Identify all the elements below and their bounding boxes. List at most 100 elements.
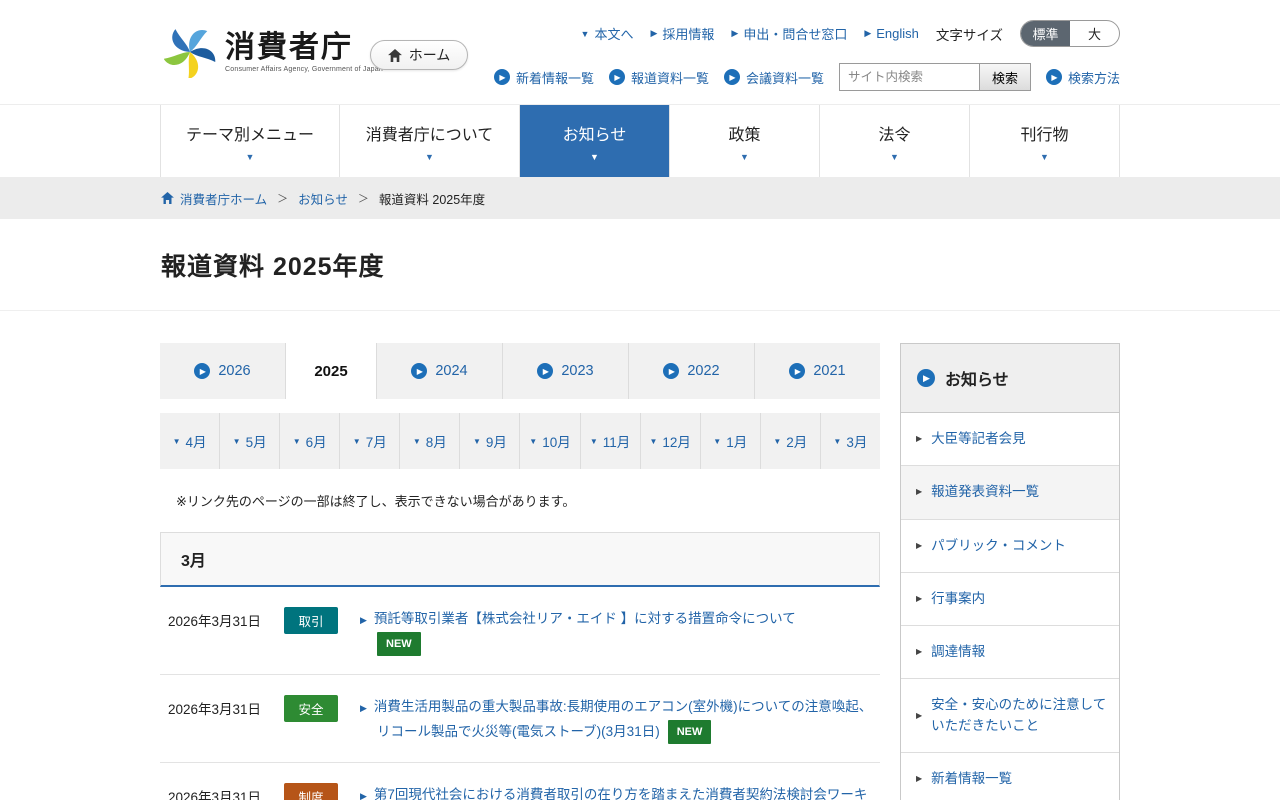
sidebar-news-menu: ▶ お知らせ ▶ 大臣等記者会見 ▶ 報道発表資料一覧 ▶ パブリック・コメント… [900,343,1120,800]
year-tab-2024[interactable]: ▶ 2024 [377,343,503,399]
month-tabs: ▼4月 ▼5月 ▼6月 ▼7月 ▼8月 ▼9月 ▼10月 ▼11月 ▼12月 ▼… [160,413,880,469]
sidebar-title: お知らせ [945,366,1009,390]
circle-arrow-icon: ▶ [609,69,625,85]
triangle-right-icon: ▶ [731,28,738,39]
circle-arrow-icon: ▶ [494,69,510,85]
inquiry-link[interactable]: ▶ 申出・問合せ窓口 [731,24,847,43]
month-tab-9[interactable]: ▼9月 [460,413,520,469]
month-tab-1[interactable]: ▼1月 [701,413,761,469]
month-tab-8[interactable]: ▼8月 [400,413,460,469]
nav-policy[interactable]: 政策 ▼ [670,105,820,177]
breadcrumb-home-link[interactable]: 消費者庁ホーム [161,189,267,208]
breadcrumb-home-label: 消費者庁ホーム [180,189,267,208]
recruit-label: 採用情報 [662,24,714,43]
month-tab-7[interactable]: ▼7月 [340,413,400,469]
utility-links-bottom: ▶ 新着情報一覧 ▶ 報道資料一覧 ▶ 会議資料一覧 検索 ▶ 検索方法 [494,63,1120,91]
nav-news[interactable]: お知らせ ▼ [520,105,670,177]
triangle-down-icon: ▼ [233,437,241,446]
month-label: 4月 [185,431,206,451]
circle-arrow-icon: ▶ [194,363,210,379]
nav-label: 刊行物 [1020,121,1068,145]
category-badge: 安全 [284,695,338,722]
breadcrumb-news-link[interactable]: お知らせ [298,189,348,208]
news-row: 2026年3月31日 安全 ▶消費生活用製品の重大製品事故:長期使用のエアコン(… [160,675,880,763]
site-logo[interactable]: 消費者庁 Consumer Affairs Agency, Government… [164,26,383,78]
home-button[interactable]: ホーム [370,40,468,70]
category-badge: 制度 [284,783,338,800]
chevron-down-icon: ▼ [425,152,434,162]
nav-about-agency[interactable]: 消費者庁について ▼ [340,105,520,177]
triangle-down-icon: ▼ [353,437,361,446]
circle-arrow-icon: ▶ [724,69,740,85]
site-header: 消費者庁 Consumer Affairs Agency, Government… [0,0,1280,104]
month-tab-10[interactable]: ▼10月 [520,413,580,469]
news-list: 2026年3月31日 取引 ▶預託等取引業者【株式会社リア・エイド 】に対する措… [160,587,880,800]
sidebar-item-events[interactable]: ▶ 行事案内 [901,573,1119,626]
nav-theme-menu[interactable]: テーマ別メニュー ▼ [160,105,340,177]
nav-label: お知らせ [563,121,627,145]
breadcrumb: 消費者庁ホーム ＞ お知らせ ＞ 報道資料 2025年度 [0,177,1280,219]
search-help-link[interactable]: ▶ 検索方法 [1046,68,1120,87]
news-link[interactable]: 消費生活用製品の重大製品事故:長期使用のエアコン(室外機)についての注意喚起、リ… [374,699,872,739]
year-tab-2022[interactable]: ▶ 2022 [629,343,755,399]
sidebar-item-label: パブリック・コメント [931,536,1066,556]
month-tab-12[interactable]: ▼12月 [641,413,701,469]
chevron-down-icon: ▼ [890,152,899,162]
category-badge: 取引 [284,607,338,634]
font-size-standard-button[interactable]: 標準 [1021,21,1070,46]
news-date: 2026年3月31日 [168,607,278,630]
triangle-right-icon: ▶ [916,773,922,785]
sidebar-item-procurement[interactable]: ▶ 調達情報 [901,626,1119,679]
search-input[interactable] [839,63,979,91]
new-info-list-link[interactable]: ▶ 新着情報一覧 [494,68,594,87]
news-row: 2026年3月31日 制度 ▶第7回現代社会における消費者取引の在り方を踏まえた… [160,763,880,800]
month-tab-4[interactable]: ▼ 4月 [160,413,220,469]
meeting-list-link[interactable]: ▶ 会議資料一覧 [724,68,824,87]
triangle-right-icon: ▶ [360,791,367,800]
month-tab-6[interactable]: ▼6月 [280,413,340,469]
sidebar-item-safety-attention[interactable]: ▶ 安全・安心のために注意していただきたいこと [901,679,1119,753]
circle-arrow-icon: ▶ [537,363,553,379]
year-tab-2026[interactable]: ▶ 2026 [160,343,286,399]
press-list-link[interactable]: ▶ 報道資料一覧 [609,68,709,87]
news-link[interactable]: 預託等取引業者【株式会社リア・エイド 】に対する措置命令について [374,611,796,626]
home-button-label: ホーム [409,45,451,65]
triangle-right-icon: ▶ [916,486,922,498]
triangle-down-icon: ▼ [581,29,590,39]
sidebar-item-new-info-list[interactable]: ▶ 新着情報一覧 [901,753,1119,800]
month-tab-3[interactable]: ▼3月 [821,413,880,469]
month-label: 8月 [426,431,447,451]
sidebar-item-label: 行事案内 [931,589,985,609]
month-tab-11[interactable]: ▼11月 [581,413,641,469]
news-link[interactable]: 第7回現代社会における消費者取引の在り方を踏まえた消費者契約法検討会ワーキンググ… [374,787,868,800]
month-label: 12月 [662,431,691,451]
english-link[interactable]: ▶ English [864,26,919,41]
main-column: ▶ 2026 2025 ▶ 2024 ▶ 2023 ▶ 2022 ▶ 2021 [160,343,880,800]
nav-publications[interactable]: 刊行物 ▼ [970,105,1120,177]
triangle-right-icon: ▶ [650,28,657,39]
triangle-down-icon: ▼ [713,437,721,446]
month-tab-2[interactable]: ▼2月 [761,413,821,469]
triangle-down-icon: ▼ [173,437,181,446]
news-body: ▶預託等取引業者【株式会社リア・エイド 】に対する措置命令について NEW [360,607,876,657]
month-tab-5[interactable]: ▼5月 [220,413,280,469]
sidebar-item-label: 調達情報 [931,642,985,662]
month-label: 10月 [542,431,571,451]
sidebar-item-public-comment[interactable]: ▶ パブリック・コメント [901,520,1119,573]
year-tab-2021[interactable]: ▶ 2021 [755,343,880,399]
recruit-link[interactable]: ▶ 採用情報 [650,24,714,43]
circle-arrow-icon: ▶ [663,363,679,379]
chevron-down-icon: ▼ [740,152,749,162]
font-size-toggle: 標準 大 [1020,20,1120,47]
month-label: 3月 [846,431,867,451]
sidebar-item-press-release-list[interactable]: ▶ 報道発表資料一覧 [901,466,1119,519]
font-size-large-button[interactable]: 大 [1070,21,1119,46]
search-button[interactable]: 検索 [979,63,1031,91]
nav-laws[interactable]: 法令 ▼ [820,105,970,177]
nav-label: 政策 [728,121,760,145]
nav-label: 消費者庁について [366,121,494,145]
skip-to-content-link[interactable]: ▼ 本文へ [581,24,634,43]
year-label: 2024 [435,363,467,379]
sidebar-item-minister-press-conference[interactable]: ▶ 大臣等記者会見 [901,413,1119,466]
year-tab-2023[interactable]: ▶ 2023 [503,343,629,399]
